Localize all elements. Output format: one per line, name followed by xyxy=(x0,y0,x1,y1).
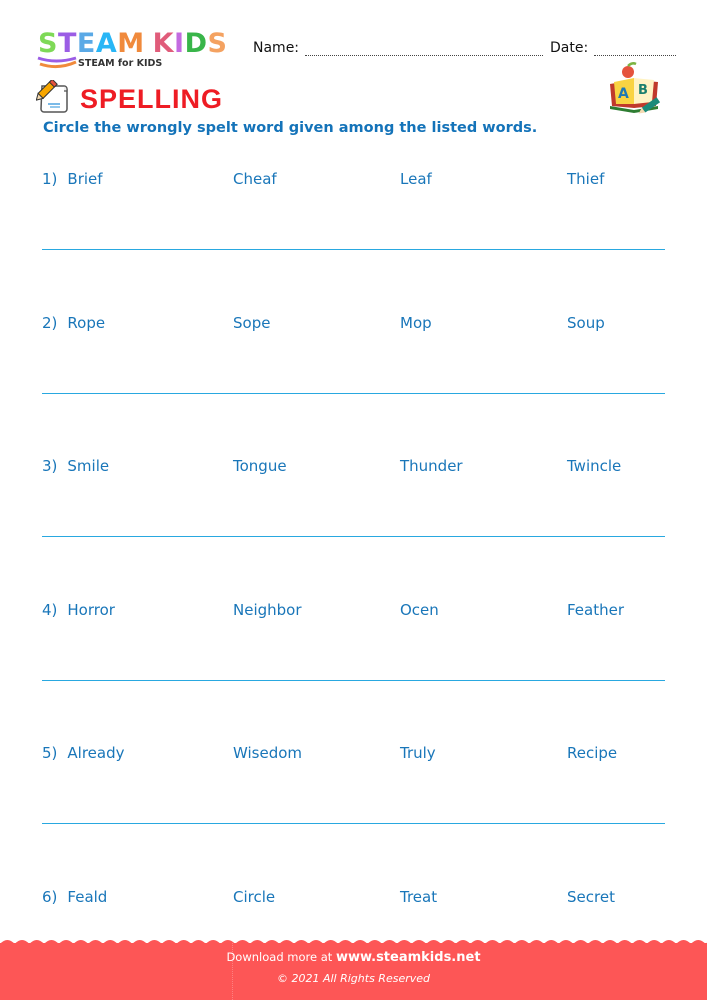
word-text: Tongue xyxy=(233,457,287,475)
word-option[interactable]: 1) Brief xyxy=(42,170,103,188)
word-text: Thief xyxy=(567,170,605,188)
word-text: Twincle xyxy=(567,457,622,475)
word-text: Wisedom xyxy=(233,744,303,762)
word-text: Already xyxy=(67,744,125,762)
word-text: Soup xyxy=(567,314,605,332)
logo-letter: D xyxy=(184,28,208,59)
word-option[interactable]: Truly xyxy=(400,744,436,762)
word-text: Mop xyxy=(400,314,432,332)
question-row: 2) Rope Sope Mop Soup xyxy=(0,314,707,344)
logo-subtitle: STEAM for KIDS xyxy=(78,58,163,69)
name-field[interactable]: Name: xyxy=(253,40,544,56)
word-option[interactable]: Recipe xyxy=(567,744,617,762)
question-number: 5) xyxy=(42,744,58,762)
word-option[interactable]: Twincle xyxy=(567,457,621,475)
word-option[interactable]: 3) Smile xyxy=(42,457,109,475)
word-option[interactable]: 2) Rope xyxy=(42,314,105,332)
word-option[interactable]: Circle xyxy=(233,888,275,906)
word-text: Treat xyxy=(400,888,438,906)
word-option[interactable]: Thief xyxy=(567,170,604,188)
word-option[interactable]: Sope xyxy=(233,314,270,332)
logo-letter: T xyxy=(57,28,77,59)
question-number: 1) xyxy=(42,170,58,188)
logo-swoosh-icon xyxy=(37,56,77,69)
page-title: SPELLING xyxy=(80,84,224,114)
date-blank[interactable] xyxy=(594,43,677,56)
question-row: 1) Brief Cheaf Leaf Thief xyxy=(0,170,707,200)
word-option[interactable]: Soup xyxy=(567,314,605,332)
answer-line xyxy=(42,823,665,824)
question-number: 6) xyxy=(42,888,58,906)
word-option[interactable]: 6) Feald xyxy=(42,888,107,906)
word-text: Feather xyxy=(567,601,625,619)
steam-kids-logo: STEAM KIDS STEAM for KIDS xyxy=(37,30,227,69)
question-row: 4) Horror Neighbor Ocen Feather xyxy=(0,601,707,631)
name-label: Name: xyxy=(253,40,300,56)
word-option[interactable]: Neighbor xyxy=(233,601,302,619)
pencil-scroll-icon xyxy=(36,80,68,113)
logo-wordmark: STEAM KIDS xyxy=(38,30,227,58)
question-row: 6) Feald Circle Treat Secret xyxy=(0,888,707,918)
answer-line xyxy=(42,680,665,681)
date-field[interactable]: Date: xyxy=(550,40,677,56)
footer-download: Download more at www.steamkids.net xyxy=(0,950,707,965)
word-text: Secret xyxy=(567,888,615,906)
word-text: Brief xyxy=(67,170,103,188)
word-text: Recipe xyxy=(567,744,618,762)
word-option[interactable]: Leaf xyxy=(400,170,432,188)
word-option[interactable]: Wisedom xyxy=(233,744,302,762)
logo-letter: A xyxy=(95,28,118,59)
scallop-path xyxy=(0,940,707,950)
word-text: Neighbor xyxy=(233,601,302,619)
word-option[interactable]: Ocen xyxy=(400,601,439,619)
word-option[interactable]: Feather xyxy=(567,601,624,619)
svg-text:A: A xyxy=(618,86,629,102)
word-text: Sope xyxy=(233,314,271,332)
logo-letter: I xyxy=(174,28,185,59)
footer-copyright: © 2021 All Rights Reserved xyxy=(276,972,430,985)
question-number: 3) xyxy=(42,457,58,475)
word-option[interactable]: Cheaf xyxy=(233,170,277,188)
logo-letter: E xyxy=(76,28,96,59)
word-text: Horror xyxy=(67,601,115,619)
answer-line xyxy=(42,393,665,394)
date-label: Date: xyxy=(550,40,589,56)
word-option[interactable]: 4) Horror xyxy=(42,601,115,619)
word-option[interactable]: 5) Already xyxy=(42,744,125,762)
logo-letter: S xyxy=(38,28,58,59)
word-option[interactable]: Thunder xyxy=(400,457,463,475)
word-text: Smile xyxy=(67,457,110,475)
word-text: Leaf xyxy=(400,170,432,188)
word-text: Ocen xyxy=(400,601,439,619)
website-link[interactable]: www.steamkids.net xyxy=(336,950,481,965)
svg-text:B: B xyxy=(638,83,648,98)
word-option[interactable]: Secret xyxy=(567,888,615,906)
word-option[interactable]: Mop xyxy=(400,314,432,332)
word-text: Thunder xyxy=(400,457,463,475)
question-number: 2) xyxy=(42,314,58,332)
question-row: 5) Already Wisedom Truly Recipe xyxy=(0,744,707,774)
name-blank[interactable] xyxy=(305,43,544,56)
footer-scallop-edge xyxy=(0,940,707,950)
word-text: Rope xyxy=(67,314,106,332)
word-text: Circle xyxy=(233,888,276,906)
question-row: 3) Smile Tongue Thunder Twincle xyxy=(0,457,707,487)
answer-line xyxy=(42,536,665,537)
logo-letter: S xyxy=(207,28,228,59)
abc-book-icon: A B xyxy=(610,62,661,114)
logo-letter: K xyxy=(152,28,175,59)
logo-letter: M xyxy=(117,28,145,59)
word-text: Truly xyxy=(400,744,436,762)
answer-line xyxy=(42,249,665,250)
instruction-text: Circle the wrongly spelt word given amon… xyxy=(43,120,538,136)
download-prefix: Download more at xyxy=(226,950,333,964)
question-number: 4) xyxy=(42,601,58,619)
word-text: Feald xyxy=(67,888,108,906)
word-text: Cheaf xyxy=(233,170,277,188)
word-option[interactable]: Treat xyxy=(400,888,437,906)
word-option[interactable]: Tongue xyxy=(233,457,287,475)
